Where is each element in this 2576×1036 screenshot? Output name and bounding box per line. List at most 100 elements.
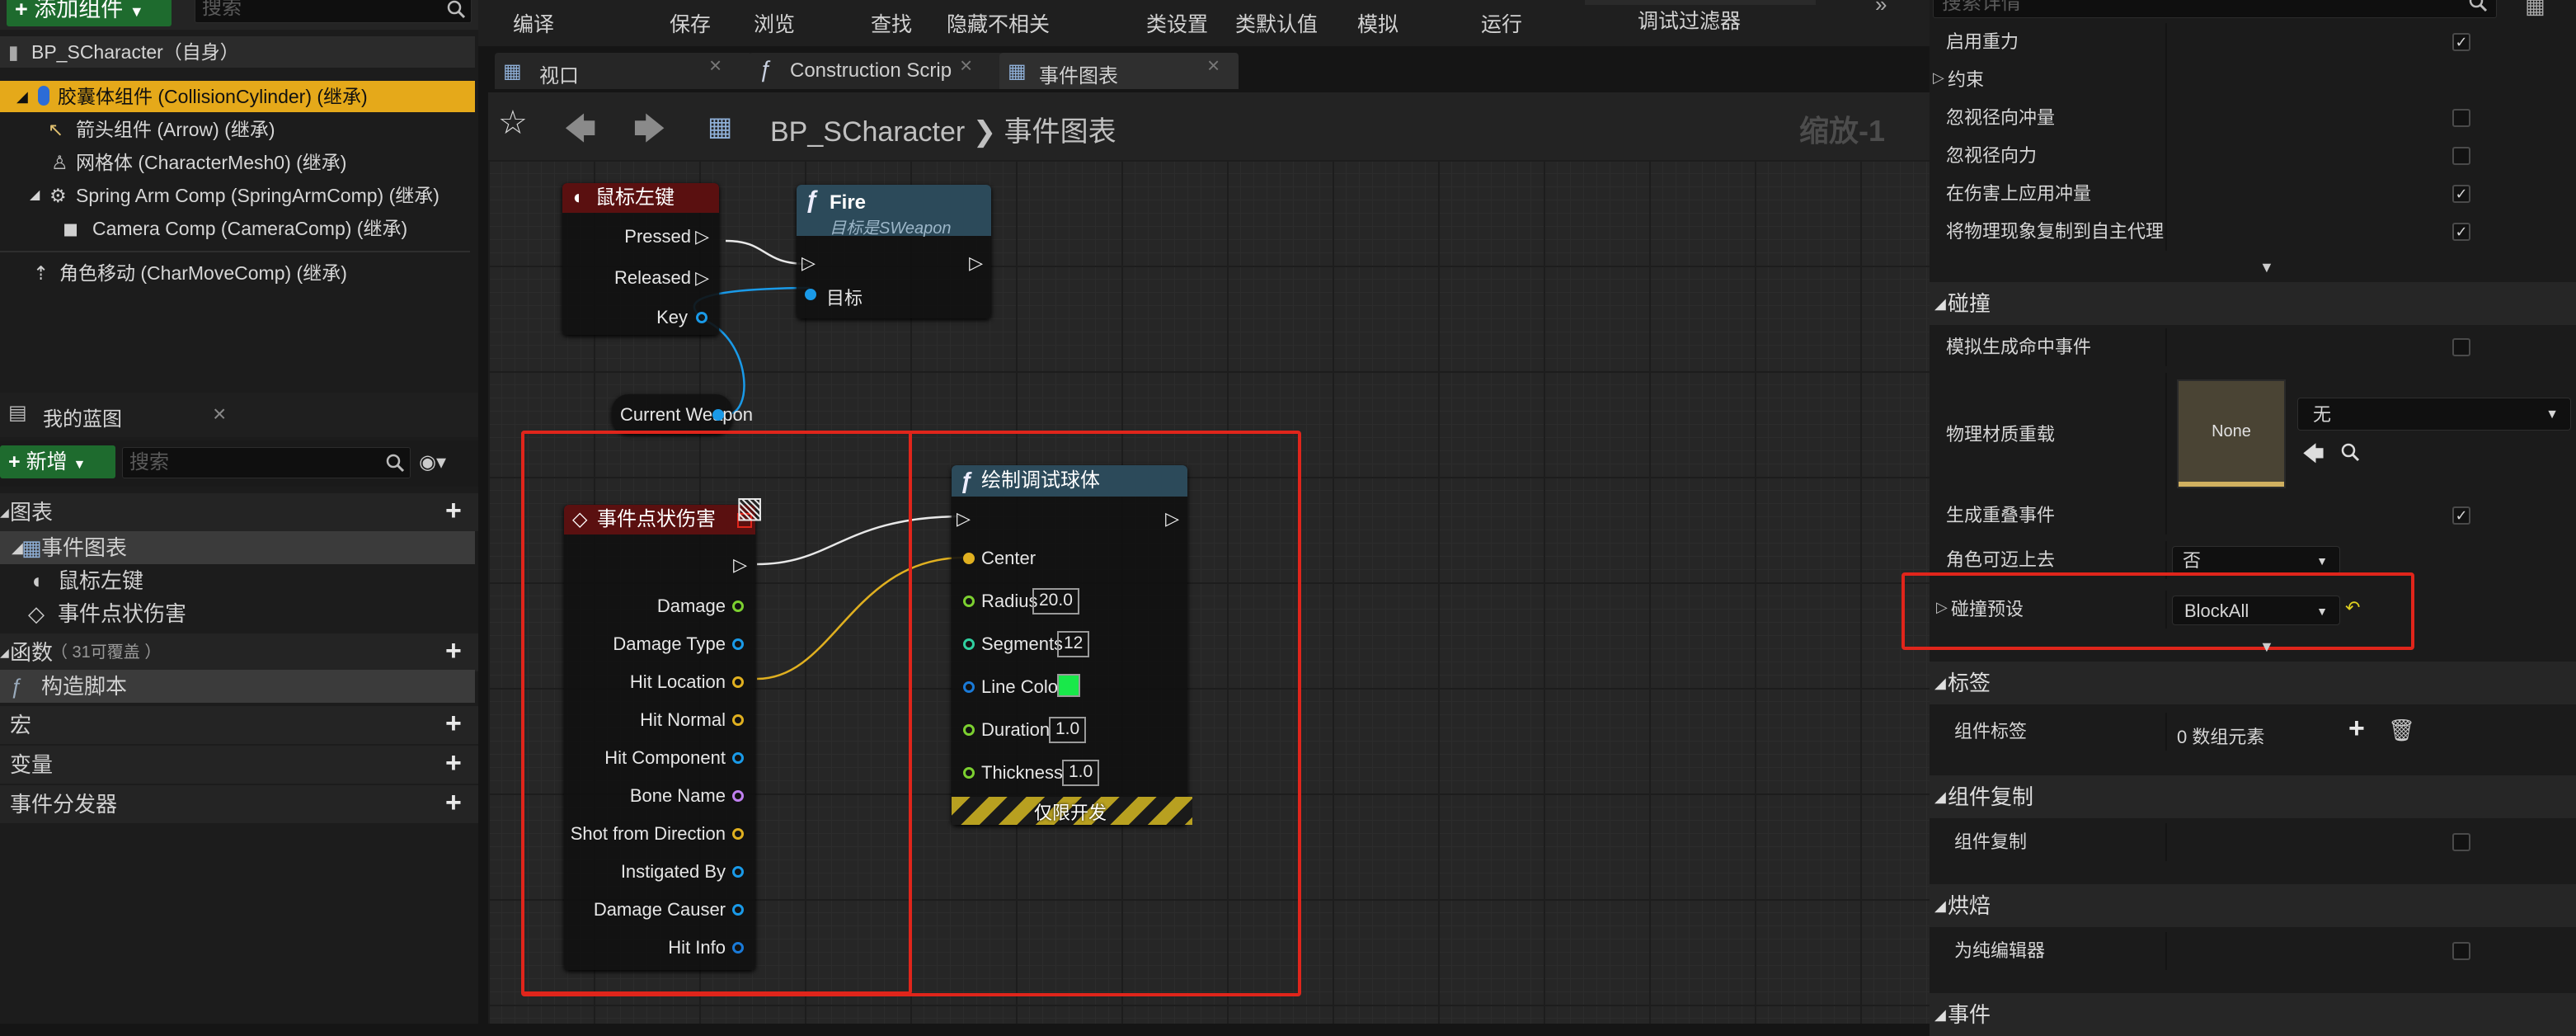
output-pin[interactable] (732, 942, 744, 954)
node-mouse-left[interactable]: ◖ 鼠标左键 Pressed ▷ Released ▷ Key (562, 183, 719, 335)
input-pin[interactable] (963, 553, 975, 564)
section-dispatchers[interactable]: 事件分发器 + (0, 785, 478, 823)
input-pin[interactable] (963, 638, 975, 650)
target-pin[interactable] (805, 289, 816, 300)
category-replication[interactable]: ◢ 组件复制 (1930, 775, 2576, 818)
checkbox[interactable]: ✓ (2452, 185, 2470, 203)
component-item-springarm[interactable]: ◢ ⚙ Spring Arm Comp (SpringArmComp) (继承) (0, 180, 475, 211)
trash-icon[interactable]: 🗑 (2388, 718, 2415, 743)
output-pin[interactable] (732, 600, 744, 612)
class-settings-button[interactable]: 类设置 (1146, 8, 1208, 38)
event-graph-item[interactable]: ◢ ▦ 事件图表 (0, 531, 475, 564)
show-advanced-icon[interactable]: ▼ (2259, 638, 2274, 656)
add-graph-icon[interactable]: + (445, 492, 462, 530)
details-search-input[interactable]: 搜索详情 (1933, 0, 2497, 18)
prop-row[interactable]: ▷ 约束 (1930, 61, 2576, 99)
compile-button[interactable]: 编译 (513, 8, 554, 38)
color-swatch[interactable] (1057, 674, 1080, 697)
checkbox[interactable] (2452, 109, 2470, 127)
checkbox[interactable]: ✓ (2452, 33, 2470, 51)
section-macros[interactable]: 宏 + (0, 706, 478, 744)
eye-icon[interactable]: ◉▾ (419, 450, 446, 474)
output-pin[interactable] (732, 752, 744, 764)
input-pin[interactable] (963, 767, 975, 779)
node-fire[interactable]: ƒ Fire 目标是SWeapon ▷ ▷ 目标 (797, 185, 991, 318)
close-tab-icon[interactable]: × (709, 53, 722, 78)
checkbox[interactable] (2452, 147, 2470, 165)
star-icon[interactable]: ☆ (498, 104, 528, 142)
blueprint-search-input[interactable]: 搜索 (122, 447, 411, 478)
step-up-dropdown[interactable]: 否 ▼ (2172, 546, 2340, 574)
section-variables[interactable]: 变量 + (0, 746, 478, 784)
tab-event-graph[interactable]: ▦ 事件图表 (999, 53, 1239, 89)
use-selected-arrow-icon[interactable]: 🡄 (2302, 439, 2325, 475)
browse-search-icon[interactable] (2340, 442, 2362, 464)
my-blueprint-tab[interactable]: ▤ 我的蓝图 × (0, 393, 478, 437)
add-variable-icon[interactable]: + (445, 744, 462, 782)
pin-value-input[interactable]: 1.0 (1049, 717, 1087, 743)
event-item-mouse[interactable]: ◖ 鼠标左键 (0, 564, 475, 597)
category-collision[interactable]: ◢ 碰撞 (1930, 282, 2576, 325)
component-search-input[interactable]: 搜索 (195, 0, 472, 23)
exec-pin-icon[interactable]: ▷ (695, 226, 709, 247)
hide-unrelated-button[interactable]: 隐藏不相关 (947, 8, 1050, 38)
checkbox[interactable]: ✓ (2452, 223, 2470, 241)
back-arrow-icon[interactable]: 🡄 (564, 106, 596, 159)
input-pin[interactable] (963, 724, 975, 736)
exec-pin-icon[interactable]: ▷ (695, 267, 709, 289)
output-pin[interactable] (732, 714, 744, 726)
breadcrumb-root[interactable]: BP_SCharacter (770, 116, 965, 148)
replicates-checkbox[interactable] (2452, 833, 2470, 851)
component-item-mesh[interactable]: ♙ 网格体 (CharacterMesh0) (继承) (0, 147, 475, 178)
class-defaults-button[interactable]: 类默认值 (1235, 8, 1318, 38)
add-macro-icon[interactable]: + (445, 704, 462, 742)
save-button[interactable]: 保存 (670, 8, 711, 38)
output-pin[interactable] (732, 866, 744, 878)
close-tab-icon[interactable]: × (1207, 53, 1220, 78)
simulate-button[interactable]: 模拟 (1357, 8, 1398, 38)
variable-pin[interactable] (712, 409, 724, 421)
material-dropdown[interactable]: 无 ▼ (2297, 398, 2571, 431)
output-pin[interactable] (732, 904, 744, 916)
event-graph-canvas[interactable]: ◖ 鼠标左键 Pressed ▷ Released ▷ Key ƒ Fire 目… (488, 160, 1930, 1024)
pin-value-input[interactable]: 12 (1057, 631, 1090, 657)
input-pin[interactable] (963, 596, 975, 607)
output-pin[interactable] (732, 828, 744, 840)
component-item-camera[interactable]: ◼ Camera Comp (CameraComp) (继承) (0, 213, 475, 244)
play-button[interactable]: 运行 (1481, 8, 1522, 38)
component-item-movement[interactable]: ⇡ 角色移动 (CharMoveComp) (继承) (0, 257, 475, 289)
exec-in-pin-icon[interactable]: ▷ (801, 252, 816, 274)
editor-only-checkbox[interactable] (2452, 942, 2470, 960)
category-tags[interactable]: ◢ 标签 (1930, 662, 2576, 704)
category-cooking[interactable]: ◢ 烘焙 (1930, 884, 2576, 927)
input-pin[interactable] (963, 681, 975, 693)
find-button[interactable]: 查找 (871, 8, 912, 38)
event-item-damage[interactable]: ◇ 事件点状伤害 (0, 597, 475, 630)
show-advanced-icon[interactable]: ▼ (2259, 259, 2274, 276)
exec-out-pin-icon[interactable]: ▷ (969, 252, 983, 274)
section-functions[interactable]: ◢ 函数 （ 31可覆盖 ） + (0, 633, 478, 671)
sim-hit-checkbox[interactable] (2452, 338, 2470, 356)
forward-arrow-icon[interactable]: 🡆 (633, 106, 665, 159)
output-pin[interactable] (732, 790, 744, 802)
new-button[interactable]: + 新增 ▼ (0, 445, 115, 478)
chevron-right-icon[interactable]: » (1875, 0, 1887, 17)
pin-value-input[interactable]: 1.0 (1062, 760, 1100, 786)
browse-button[interactable]: 浏览 (754, 8, 795, 38)
output-pin[interactable] (732, 638, 744, 650)
function-item-construction[interactable]: ƒ 构造脚本 (0, 670, 475, 703)
overlap-checkbox[interactable]: ✓ (2452, 506, 2470, 525)
add-dispatcher-icon[interactable]: + (445, 784, 462, 822)
close-tab-icon[interactable]: × (960, 53, 972, 78)
key-pin[interactable] (696, 312, 707, 323)
add-component-button[interactable]: + 添加组件 ▼ (7, 0, 172, 26)
component-root[interactable]: ▮ BP_SCharacter（自身） (0, 36, 475, 68)
material-thumbnail[interactable]: None (2177, 379, 2286, 488)
close-tab-icon[interactable]: × (213, 401, 226, 427)
output-pin[interactable] (732, 676, 744, 688)
pin-value-input[interactable]: 20.0 (1032, 588, 1079, 615)
category-events[interactable]: ◢ 事件 (1930, 993, 2576, 1036)
component-item-arrow[interactable]: ↖ 箭头组件 (Arrow) (继承) (0, 114, 475, 145)
component-item-capsule[interactable]: ◢ 胶囊体组件 (CollisionCylinder) (继承) (0, 81, 475, 112)
grid-view-icon[interactable]: ▦ (2525, 0, 2545, 19)
